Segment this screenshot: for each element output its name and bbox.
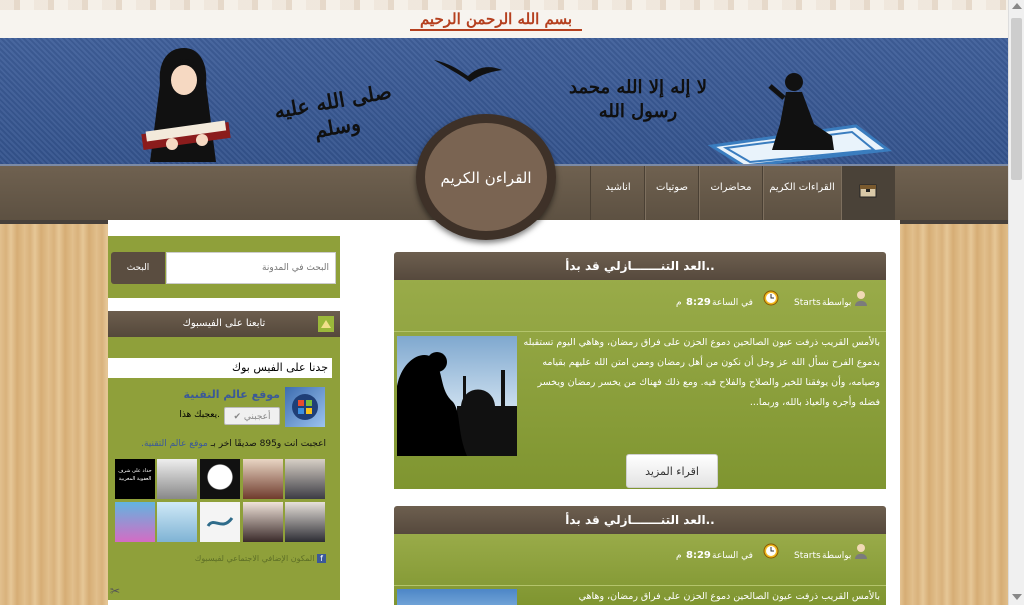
nav-item-label: اناشيد (605, 182, 631, 193)
like-button-label: أعجبني (243, 412, 271, 422)
nav-item-label: القراءات الكريم (769, 182, 835, 193)
like-check-icon: ✔ (233, 412, 242, 422)
nav-item-label: محاضرات (710, 182, 752, 193)
praying-silhouette-image (397, 352, 517, 456)
windows-logo-icon (292, 394, 318, 420)
alarm-clock-icon (762, 288, 780, 306)
likes-summary-page-link[interactable]: موقع عالم التقنية. (141, 439, 208, 449)
site-logo-circle[interactable]: القراءن الكريم (416, 114, 556, 240)
fan-avatar[interactable] (157, 459, 197, 499)
post-ampm: م (676, 551, 682, 561)
fan-avatar[interactable] (200, 459, 240, 499)
praying-man-illustration (707, 73, 892, 166)
alarm-clock-icon (762, 541, 780, 559)
nav-item-lectures[interactable]: محاضرات (698, 166, 764, 220)
scroll-down-arrow[interactable] (1012, 594, 1022, 600)
fb-plugin-text: المكون الإضافي الاجتماعي لفيسبوك (194, 554, 315, 563)
fan-avatar[interactable] (115, 502, 155, 542)
fan-avatar-caption: حداد على شرف العفوية المغربية (118, 468, 152, 482)
post-meta: بواسطة Starts في الساعة 8:29 م (676, 541, 876, 565)
fb-page-name-link[interactable]: موقع عالم التقنية (140, 388, 280, 401)
site-logo-title: القراءن الكريم (440, 169, 532, 187)
facebook-icon: f (317, 554, 326, 563)
search-button-label: البحث (126, 263, 150, 273)
fb-likes-summary: أعجبت أنت و895 صديقًا آخر بـ موقع عالم ا… (112, 439, 326, 449)
fan-avatar[interactable] (200, 502, 240, 542)
post-meta-separator (394, 585, 886, 586)
fan-avatar[interactable] (157, 502, 197, 542)
fan-avatar[interactable] (243, 502, 283, 542)
post-time: 8:29 (686, 297, 711, 308)
likes-summary-text: أعجبت أنت و895 صديقًا آخر بـ (210, 439, 326, 449)
fb-plugin-footer[interactable]: المكون الإضافي الاجتماعي لفيسبوك f (126, 554, 326, 563)
post-excerpt: بالأمس القريب ذرفت عيون الصالحين دموع ال… (523, 337, 880, 408)
post-title[interactable]: العد التنـــــــازلي قد بدأ.. (394, 506, 886, 534)
fan-avatar[interactable] (285, 502, 325, 542)
post-ampm: م (676, 298, 682, 308)
post-thumbnail[interactable] (397, 589, 517, 605)
author-avatar-icon (854, 290, 868, 306)
fb-like-button[interactable]: ✔ أعجبني (224, 407, 280, 425)
post-thumbnail[interactable] (397, 336, 517, 456)
post-time-label: في الساعة (712, 298, 753, 308)
up-arrow-icon (318, 316, 334, 332)
fan-avatar[interactable] (285, 459, 325, 499)
sidebar-search-button[interactable]: البحث (111, 252, 165, 284)
post-by-label: بواسطة (822, 298, 852, 308)
post-excerpt: بالأمس القريب ذرفت عيون الصالحين دموع ال… (578, 591, 880, 602)
post-meta: بواسطة Starts في الساعة 8:29 م (676, 288, 876, 312)
post-time: 8:29 (686, 550, 711, 561)
basmala-logo: بسم الله الرحمن الرحيم (410, 9, 582, 31)
post-time-label: في الساعة (712, 551, 753, 561)
calligraphy-avatar-icon (206, 517, 234, 527)
fan-avatar[interactable] (243, 459, 283, 499)
fb-page-avatar[interactable] (285, 387, 325, 427)
nav-item-label: صوتيات (656, 182, 688, 193)
vertical-scrollbar[interactable] (1008, 0, 1024, 605)
fan-avatar[interactable]: حداد على شرف العفوية المغربية (115, 459, 155, 499)
nav-home-button[interactable] (841, 166, 895, 220)
post-title[interactable]: العد التنـــــــازلي قد بدأ.. (394, 252, 886, 280)
facebook-widget-heading: تابعنا على الفيسبوك (108, 311, 340, 337)
post-author[interactable]: Starts (794, 298, 821, 308)
post-meta-separator (394, 331, 886, 332)
nav-item-qiraat[interactable]: القراءات الكريم (762, 166, 842, 220)
nav-item-audio[interactable]: صوتيات (644, 166, 700, 220)
post-by-label: بواسطة (822, 551, 852, 561)
post-author[interactable]: Starts (794, 551, 821, 561)
wrench-tools-icon[interactable]: ✂ (110, 584, 124, 598)
bird-silhouette (434, 60, 502, 82)
fb-likebox-title: جدنا على الفيس بوك (108, 358, 332, 378)
scrollbar-thumb[interactable] (1011, 18, 1022, 180)
fb-like-status: يعجبك هذا. (179, 410, 220, 420)
girl-reading-illustration (141, 48, 231, 162)
scroll-up-arrow[interactable] (1012, 3, 1022, 9)
facebook-heading-label: تابعنا على الفيسبوك (182, 318, 266, 329)
home-chest-icon (859, 184, 877, 198)
calligraphy-salla: صلى الله عليه وسلم (272, 79, 394, 143)
author-avatar-icon (854, 543, 868, 559)
nav-item-nasheeds[interactable]: اناشيد (590, 166, 646, 220)
read-more-button[interactable]: اقراء المزيد (626, 454, 718, 488)
calligraphy-shahada: لا إله إلا الله محمد رسول الله (569, 77, 707, 122)
sidebar-search-input[interactable] (166, 252, 336, 284)
